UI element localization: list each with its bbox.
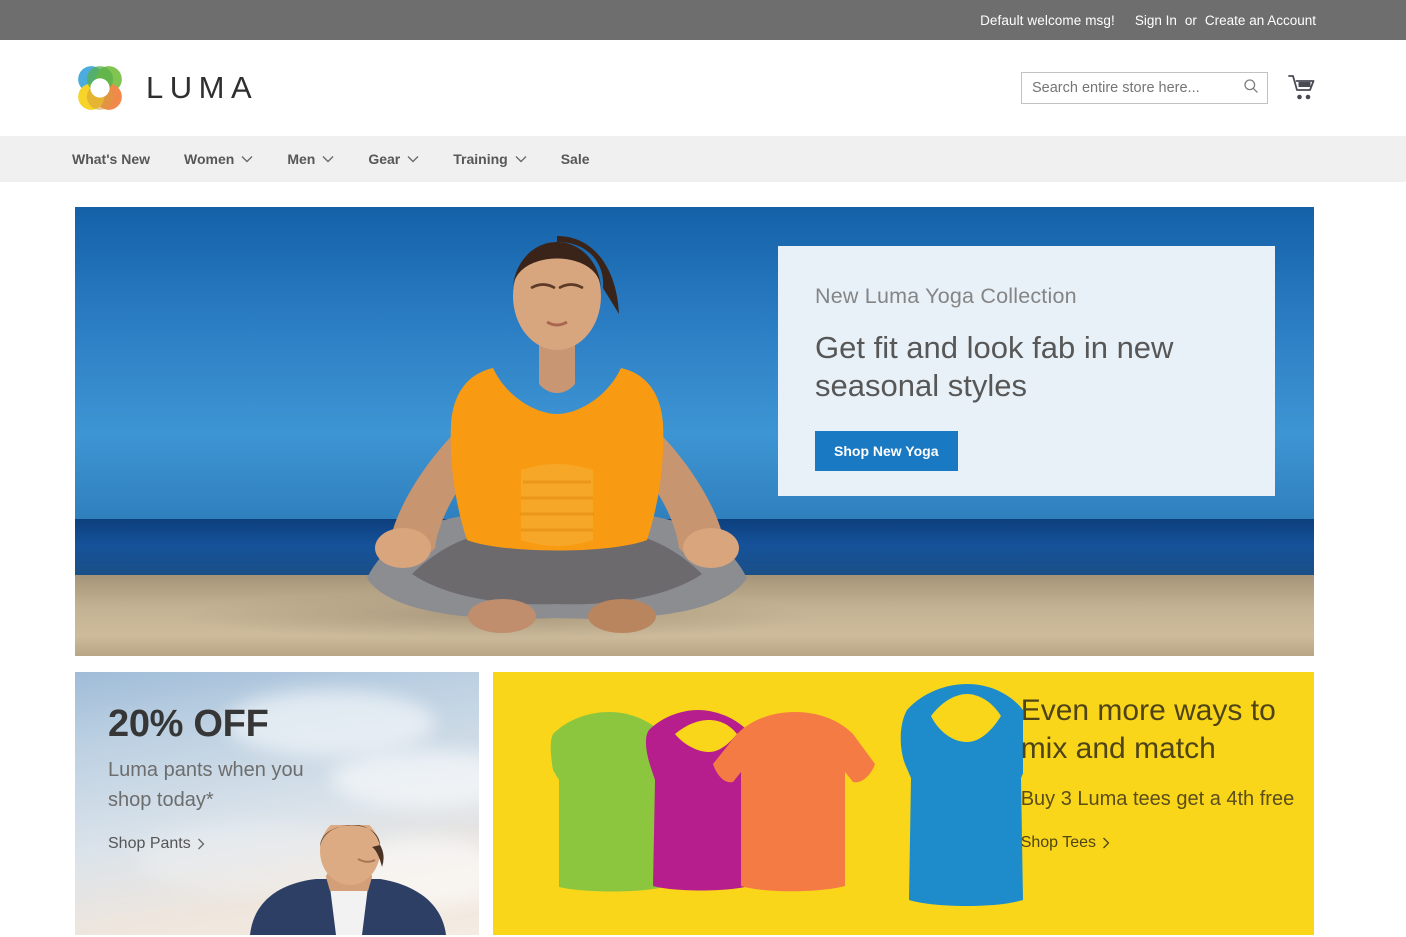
create-account-link[interactable]: Create an Account xyxy=(1205,13,1316,28)
nav-item-women[interactable]: Women xyxy=(167,136,270,182)
promo-tees-copy: Even more ways to mix and match Buy 3 Lu… xyxy=(1021,692,1306,852)
promo-tees-headline: Even more ways to mix and match xyxy=(1020,694,1276,765)
nav-item-gear[interactable]: Gear xyxy=(351,136,436,182)
hero-eyebrow: New Luma Yoga Collection xyxy=(815,284,1077,308)
sign-in-link[interactable]: Sign In xyxy=(1135,13,1177,28)
shop-tees-link[interactable]: Shop Tees xyxy=(1021,834,1110,852)
header-actions xyxy=(1021,72,1316,104)
nav-item-label: Training xyxy=(453,151,508,167)
promo-pants[interactable]: 20% OFF Luma pants when you shop today* … xyxy=(75,672,479,935)
search-input[interactable] xyxy=(1032,80,1243,96)
promo-tees-subtext: Buy 3 Luma tees get a 4th free xyxy=(1020,788,1295,810)
shop-pants-link-label: Shop Pants xyxy=(108,835,191,852)
promo-row: 20% OFF Luma pants when you shop today* … xyxy=(75,672,1314,935)
main-navigation: What's New Women Men Gear Training Sale xyxy=(0,136,1406,182)
shop-pants-link[interactable]: Shop Pants xyxy=(108,835,205,853)
search-box[interactable] xyxy=(1021,72,1268,104)
site-header: LUMA xyxy=(0,40,1406,136)
nav-item-men[interactable]: Men xyxy=(270,136,351,182)
hero-banner[interactable]: New Luma Yoga Collection Get fit and loo… xyxy=(75,207,1314,656)
page-content: New Luma Yoga Collection Get fit and loo… xyxy=(0,182,1406,935)
promo-tees[interactable]: Even more ways to mix and match Buy 3 Lu… xyxy=(492,672,1314,935)
luma-ring-logo-icon xyxy=(72,60,128,116)
hero-text-panel: New Luma Yoga Collection Get fit and loo… xyxy=(778,246,1275,496)
chevron-down-icon xyxy=(241,155,253,163)
top-welcome-bar: Default welcome msg! Sign In or Create a… xyxy=(0,0,1406,40)
nav-item-label: Gear xyxy=(368,151,401,167)
search-icon[interactable] xyxy=(1243,78,1259,99)
chevron-right-icon xyxy=(197,838,205,850)
shop-new-yoga-button[interactable]: Shop New Yoga xyxy=(815,431,958,471)
chevron-down-icon xyxy=(322,155,334,163)
shopping-cart-icon[interactable] xyxy=(1288,73,1316,103)
nav-item-whats-new[interactable]: What's New xyxy=(72,136,167,182)
shop-tees-link-label: Shop Tees xyxy=(1020,834,1097,851)
chevron-down-icon xyxy=(515,155,527,163)
promo-pants-copy: 20% OFF Luma pants when you shop today* … xyxy=(108,704,479,853)
nav-item-label: Men xyxy=(287,151,316,167)
nav-item-label: Women xyxy=(184,151,235,167)
chevron-right-icon xyxy=(1102,837,1110,849)
logo[interactable]: LUMA xyxy=(72,60,258,116)
promo-pants-subtext: Luma pants when you shop today* xyxy=(108,759,304,811)
chevron-down-icon xyxy=(407,155,419,163)
nav-item-label: What's New xyxy=(72,151,151,167)
logo-text: LUMA xyxy=(146,70,259,105)
promo-pants-headline: 20% OFF xyxy=(108,703,269,745)
hero-title: Get fit and look fab in new seasonal sty… xyxy=(815,330,1174,403)
welcome-message: Default welcome msg! xyxy=(980,12,1115,28)
nav-item-training[interactable]: Training xyxy=(436,136,543,182)
nav-item-label: Sale xyxy=(560,151,590,167)
nav-item-sale[interactable]: Sale xyxy=(544,136,607,182)
or-separator: or xyxy=(1184,12,1197,28)
